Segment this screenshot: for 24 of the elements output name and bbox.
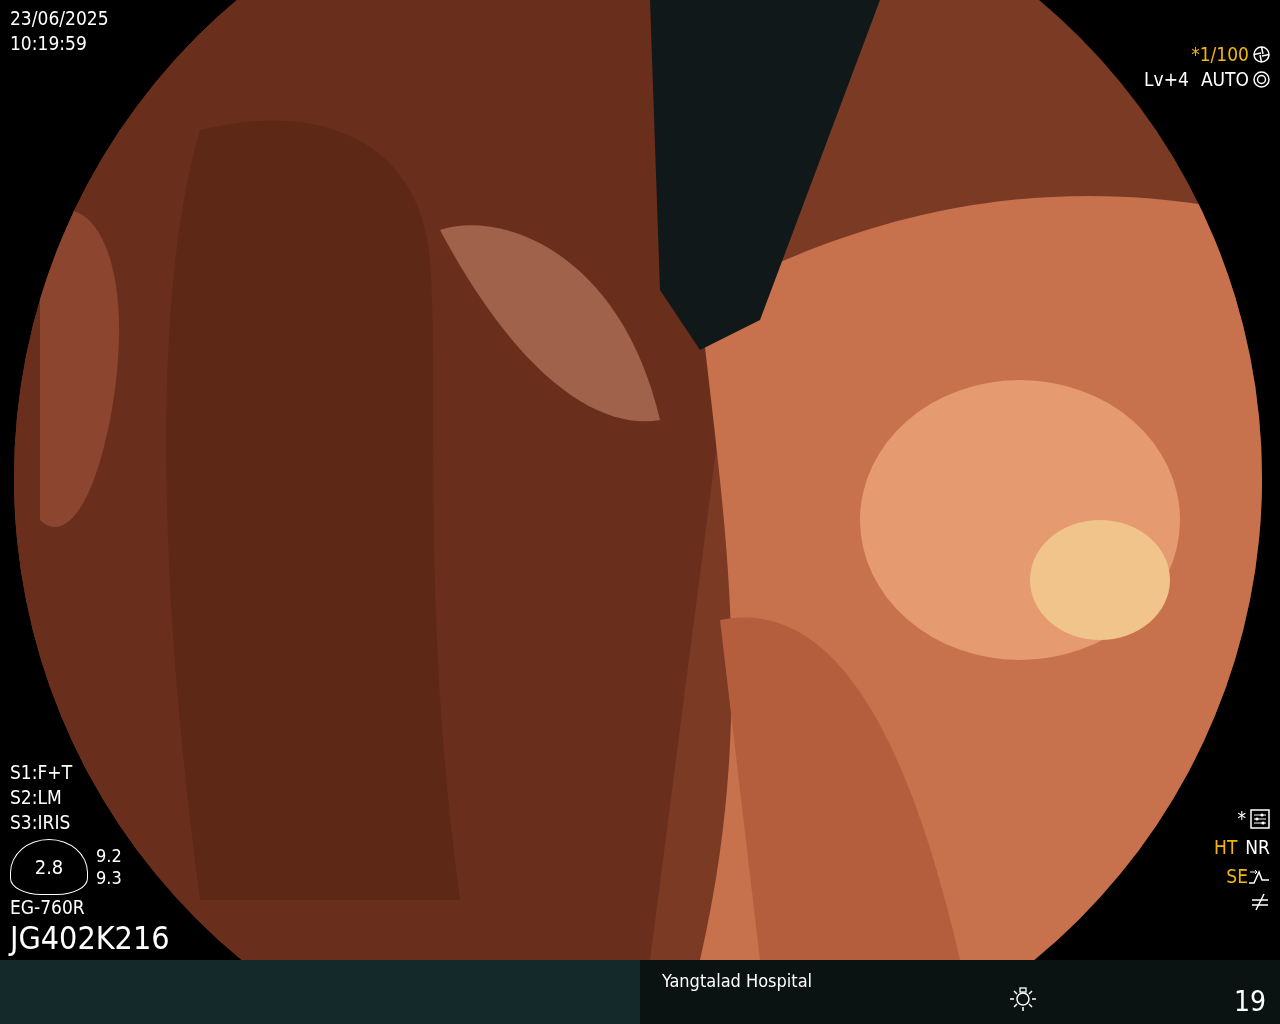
- exposure-level-text: Lv+4: [1144, 67, 1189, 92]
- switch-label: S2:LM: [10, 785, 63, 810]
- scope-model-text: EG-760R: [10, 895, 86, 920]
- shutter-text: *1/100: [1191, 42, 1249, 67]
- date-text: 23/06/2025: [10, 6, 110, 31]
- structure-enhance-text: SE: [1226, 864, 1248, 889]
- mode-indicator: NR: [1245, 835, 1270, 860]
- not-equal-icon: [1250, 893, 1270, 911]
- gauge-reading: 9.3: [96, 867, 122, 889]
- lamp-icon: [1009, 986, 1037, 1012]
- time-text: 10:19:59: [10, 31, 88, 56]
- frame-number: 19: [1233, 986, 1266, 1018]
- settings-mark-text: *: [1237, 806, 1246, 831]
- serial-number-text: JG402K216: [10, 920, 170, 956]
- switch-label: S3:IRIS: [10, 810, 72, 835]
- curve-icon: [1248, 867, 1270, 886]
- mode-indicator: HT: [1214, 835, 1238, 860]
- aperture-icon: [1253, 71, 1270, 88]
- exposure-mode-text: AUTO: [1200, 67, 1249, 92]
- aperture-icon: [1253, 46, 1270, 63]
- sliders-icon: [1250, 808, 1270, 829]
- switch-label: S1:F+T: [10, 760, 74, 785]
- hospital-name: Yangtalad Hospital: [662, 970, 813, 992]
- gauge-reading: 9.2: [96, 845, 122, 867]
